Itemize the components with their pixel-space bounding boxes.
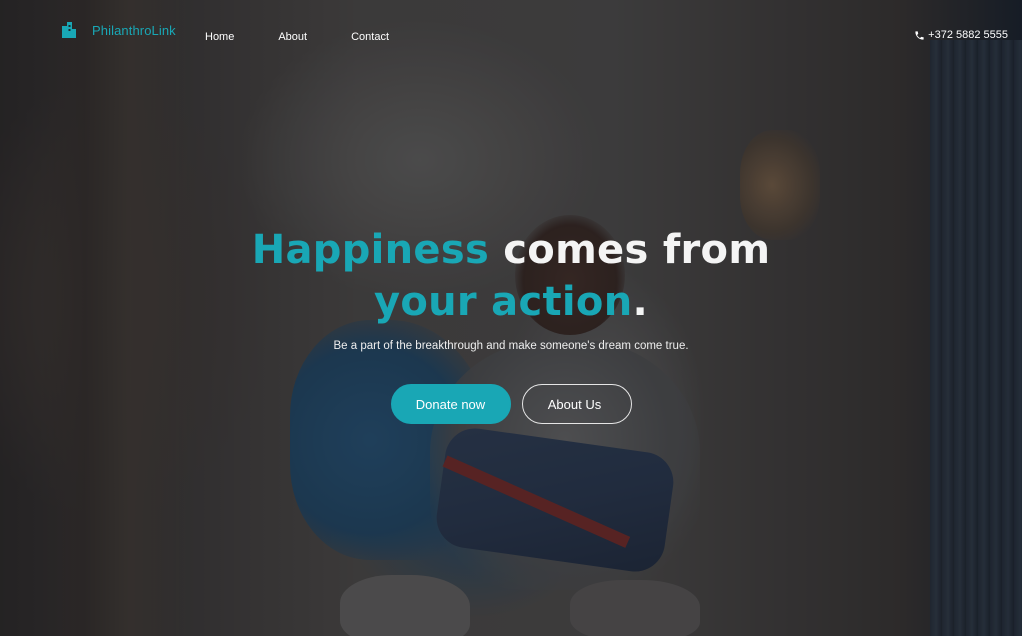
phone-number: +372 5882 5555 xyxy=(928,29,1008,41)
nav-link-about[interactable]: About xyxy=(278,31,307,43)
hero-subtitle: Be a part of the breakthrough and make s… xyxy=(333,340,689,352)
nav-link-home[interactable]: Home xyxy=(205,31,234,43)
headline-period: . xyxy=(632,279,648,325)
headline-text: comes from xyxy=(489,227,771,273)
brand-logo-link[interactable]: PhilanthroLink xyxy=(62,20,176,40)
headline-accent-word: Happiness xyxy=(251,227,490,273)
phone-icon xyxy=(915,30,924,40)
headline-accent-phrase: your action xyxy=(374,279,633,325)
hero-cta-group: Donate now About Us xyxy=(0,384,1022,424)
phone-link[interactable]: +372 5882 5555 xyxy=(914,29,1008,41)
hero-headline: Happiness comes from your action. xyxy=(0,224,1022,328)
building-icon xyxy=(62,22,76,38)
nav-links: Home About Contact xyxy=(205,30,389,44)
nav-link-contact[interactable]: Contact xyxy=(351,31,389,43)
brand-name: PhilanthroLink xyxy=(92,22,176,38)
top-navigation: PhilanthroLink Home About Contact +372 5… xyxy=(0,0,1022,72)
donate-now-button[interactable]: Donate now xyxy=(390,384,511,424)
about-us-button[interactable]: About Us xyxy=(521,384,632,424)
